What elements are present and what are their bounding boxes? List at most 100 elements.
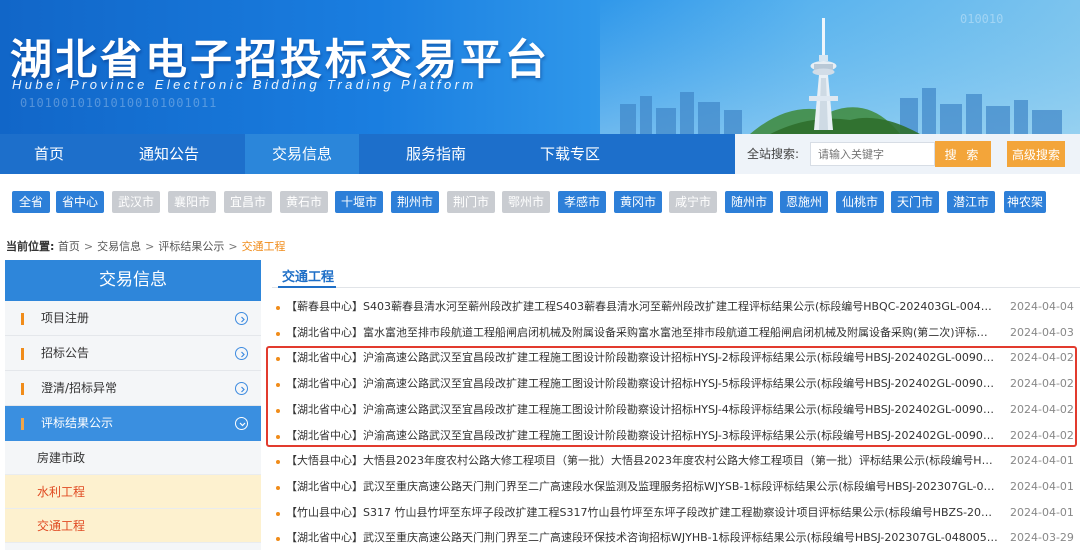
region-tag[interactable]: 天门市 [891, 191, 939, 213]
result-link[interactable]: 【湖北省中心】沪渝高速公路武汉至宜昌段改扩建工程施工图设计阶段勘察设计招标HYS… [286, 371, 998, 397]
region-tag[interactable]: 恩施州 [780, 191, 828, 213]
sidebar-submenu: 房建市政 水利工程 交通工程 [5, 441, 261, 543]
list-item: 【蕲春县中心】S403蕲春县清水河至蕲州段改扩建工程S403蕲春县清水河至蕲州段… [272, 294, 1080, 320]
sidebar-subitem[interactable]: 水利工程 [5, 475, 261, 509]
result-date: 2024-04-04 [1010, 300, 1074, 313]
region-tag[interactable]: 襄阳市 [168, 191, 216, 213]
sidebar-item-label: 评标结果公示 [41, 416, 114, 430]
sidebar-item-label: 项目注册 [41, 311, 90, 325]
sidebar-item[interactable]: 项目注册 [5, 301, 261, 336]
result-link[interactable]: 【湖北省中心】沪渝高速公路武汉至宜昌段改扩建工程施工图设计阶段勘察设计招标HYS… [286, 423, 998, 449]
sidebar-item[interactable]: 招标公告 [5, 336, 261, 371]
nav-downloads[interactable]: 下载专区 [512, 134, 628, 174]
list-item: 【湖北省中心】沪渝高速公路武汉至宜昌段改扩建工程施工图设计阶段勘察设计招标HYS… [272, 345, 1080, 371]
bullet-icon [276, 511, 280, 516]
breadcrumb-home[interactable]: 首页 [58, 240, 80, 253]
bullet-icon [276, 434, 280, 439]
result-date: 2024-04-02 [1010, 351, 1074, 365]
region-tag[interactable]: 黄冈市 [614, 191, 662, 213]
sidebar-item-label: 招标公告 [41, 346, 90, 360]
breadcrumb-current: 交通工程 [241, 240, 286, 253]
search-input[interactable] [810, 142, 935, 166]
site-banner: 010100101010100101001011 010010 [0, 0, 1080, 134]
list-item: 【湖北省中心】武汉至重庆高速公路天门荆门界至二广高速段环保技术咨询招标WJYHB… [272, 525, 1080, 550]
main-nav: 首页 通知公告 交易信息 服务指南 下载专区 全站搜索: 搜 索 高级搜索 [0, 134, 1080, 174]
sidebar-item[interactable]: 评标结果公示 [5, 406, 261, 441]
nav-trade-info[interactable]: 交易信息 [245, 134, 359, 174]
sidebar-item-marker [21, 348, 24, 360]
search-button[interactable]: 搜 索 [935, 141, 991, 167]
result-link[interactable]: 【湖北省中心】沪渝高速公路武汉至宜昌段改扩建工程施工图设计阶段勘察设计招标HYS… [286, 397, 998, 423]
result-date: 2024-04-02 [1010, 377, 1074, 391]
region-tag[interactable]: 仙桃市 [836, 191, 884, 213]
result-link[interactable]: 【湖北省中心】沪渝高速公路武汉至宜昌段改扩建工程施工图设计阶段勘察设计招标HYS… [286, 345, 998, 371]
section-title-underline [278, 286, 336, 288]
result-link[interactable]: 【大悟县中心】大悟县2023年度农村公路大修工程项目（第一批）大悟县2023年度… [286, 448, 998, 474]
region-tag[interactable]: 咸宁市 [669, 191, 717, 213]
sidebar-item-marker [21, 383, 24, 395]
section-title: 交通工程 [282, 270, 335, 285]
bullet-icon [276, 408, 280, 413]
sidebar-subitem[interactable]: 房建市政 [5, 441, 261, 475]
breadcrumb-label: 当前位置: [6, 240, 55, 253]
list-item: 【湖北省中心】沪渝高速公路武汉至宜昌段改扩建工程施工图设计阶段勘察设计招标HYS… [272, 423, 1080, 449]
bullet-icon [276, 357, 280, 362]
breadcrumb-separator: > [83, 240, 94, 253]
content-panel: 交通工程 【蕲春县中心】S403蕲春县清水河至蕲州段改扩建工程S403蕲春县清水… [272, 260, 1080, 550]
region-tag[interactable]: 随州市 [725, 191, 773, 213]
region-tag[interactable]: 神农架 [1004, 191, 1046, 213]
sidebar-item-marker [21, 313, 24, 325]
bullet-icon [276, 537, 280, 542]
sidebar-subitem[interactable]: 交通工程 [5, 509, 261, 543]
sidebar-item-marker [21, 418, 24, 430]
section-header: 交通工程 [272, 260, 1080, 288]
result-date: 2024-04-01 [1010, 479, 1074, 493]
chevron-right-icon [235, 382, 248, 395]
search-area: 全站搜索: 搜 索 高级搜索 [735, 134, 1080, 174]
breadcrumb-trade-info[interactable]: 交易信息 [97, 240, 141, 253]
sidebar-item[interactable]: 澄清/招标异常 [5, 371, 261, 406]
region-tag[interactable]: 荆门市 [447, 191, 495, 213]
list-item: 【竹山县中心】S317 竹山县竹坪至东坪子段改扩建工程S317竹山县竹坪至东坪子… [272, 500, 1080, 526]
region-tag[interactable]: 全省 [12, 191, 50, 213]
region-tag[interactable]: 孝感市 [558, 191, 606, 213]
result-link[interactable]: 【湖北省中心】武汉至重庆高速公路天门荆门界至二广高速段环保技术咨询招标WJYHB… [286, 525, 998, 550]
bullet-icon [276, 331, 280, 336]
result-date: 2024-04-02 [1010, 428, 1074, 442]
banner-binary-decoration: 010100101010100101001011 [20, 96, 218, 110]
breadcrumb-separator: > [228, 240, 238, 253]
nav-service-guide[interactable]: 服务指南 [378, 134, 494, 174]
region-tag[interactable]: 黄石市 [280, 191, 328, 213]
chevron-down-icon [235, 417, 248, 430]
list-item: 【湖北省中心】武汉至重庆高速公路天门荆门界至二广高速段水保监测及监理服务招标WJ… [272, 474, 1080, 500]
bullet-icon [276, 460, 280, 465]
result-date: 2024-03-29 [1010, 531, 1074, 545]
advanced-search-button[interactable]: 高级搜索 [1007, 141, 1065, 167]
site-subtitle-en: Hubei Province Electronic Bidding Tradin… [12, 77, 477, 92]
result-link[interactable]: 【蕲春县中心】S403蕲春县清水河至蕲州段改扩建工程S403蕲春县清水河至蕲州段… [286, 294, 998, 320]
list-item: 【湖北省中心】沪渝高速公路武汉至宜昌段改扩建工程施工图设计阶段勘察设计招标HYS… [272, 371, 1080, 397]
result-link[interactable]: 【竹山县中心】S317 竹山县竹坪至东坪子段改扩建工程S317竹山县竹坪至东坪子… [286, 500, 998, 526]
breadcrumb-separator: > [145, 240, 155, 253]
region-tag[interactable]: 十堰市 [335, 191, 383, 213]
nav-home[interactable]: 首页 [0, 134, 98, 174]
breadcrumb-results[interactable]: 评标结果公示 [158, 240, 224, 253]
region-tag[interactable]: 鄂州市 [502, 191, 550, 213]
list-item: 【湖北省中心】富水富池至排市段航道工程船闸启闭机械及附属设备采购富水富池至排市段… [272, 320, 1080, 346]
tv-tower-skyline-image [600, 0, 1080, 134]
sidebar-menu: 项目注册招标公告澄清/招标异常 评标结果公示 [5, 301, 261, 441]
region-tag[interactable]: 荆州市 [391, 191, 439, 213]
search-label: 全站搜索: [747, 147, 800, 161]
region-tag[interactable]: 省中心 [56, 191, 104, 213]
region-tag[interactable]: 武汉市 [112, 191, 160, 213]
bullet-icon [276, 485, 280, 490]
region-tag[interactable]: 宜昌市 [224, 191, 272, 213]
sidebar-item-label: 澄清/招标异常 [41, 381, 118, 395]
result-link[interactable]: 【湖北省中心】武汉至重庆高速公路天门荆门界至二广高速段水保监测及监理服务招标WJ… [286, 474, 998, 500]
nav-notices[interactable]: 通知公告 [110, 134, 228, 174]
sidebar-title: 交易信息 [5, 260, 261, 301]
result-link[interactable]: 【湖北省中心】富水富池至排市段航道工程船闸启闭机械及附属设备采购富水富池至排市段… [286, 320, 998, 346]
chevron-right-icon [235, 347, 248, 360]
result-date: 2024-04-02 [1010, 402, 1074, 416]
region-tag[interactable]: 潜江市 [947, 191, 995, 213]
